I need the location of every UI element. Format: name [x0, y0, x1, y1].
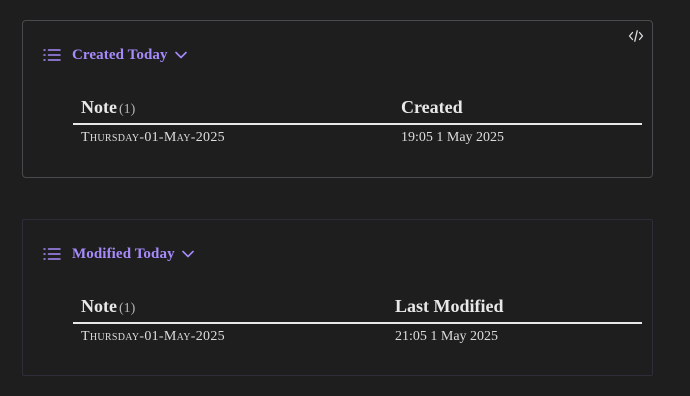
code-icon[interactable]	[628, 29, 644, 43]
created-today-title[interactable]: Created Today	[72, 47, 168, 64]
table-row: Thursday-01-May-2025 21:05 1 May 2025	[73, 324, 642, 350]
column-header-last-modified[interactable]: Last Modified	[395, 296, 504, 317]
modified-today-block: Modified Today Note (1) Last Modified Thu…	[22, 219, 653, 376]
modified-value: 21:05 1 May 2025	[395, 329, 499, 344]
note-count: (1)	[118, 102, 136, 117]
column-header-note[interactable]: Note (1)	[81, 296, 135, 317]
created-today-table: Note (1) Created Thursday-01-May-2025 19:…	[73, 95, 642, 151]
chevron-down-icon[interactable]	[181, 249, 195, 259]
table-header-row: Note (1) Created	[73, 95, 642, 125]
created-value: 19:05 1 May 2025	[401, 130, 505, 145]
list-icon	[42, 246, 62, 262]
column-header-note[interactable]: Note (1)	[81, 97, 135, 118]
chevron-down-icon[interactable]	[174, 50, 188, 60]
list-icon	[42, 47, 62, 63]
modified-today-title[interactable]: Modified Today	[72, 246, 175, 263]
table-row: Thursday-01-May-2025 19:05 1 May 2025	[73, 125, 642, 151]
modified-today-table: Note (1) Last Modified Thursday-01-May-20…	[73, 294, 642, 350]
table-header-row: Note (1) Last Modified	[73, 294, 642, 324]
note-count: (1)	[118, 301, 136, 316]
created-today-header[interactable]: Created Today	[42, 45, 188, 65]
modified-today-header[interactable]: Modified Today	[42, 244, 195, 264]
column-header-created[interactable]: Created	[401, 97, 463, 118]
note-link[interactable]: Thursday-01-May-2025	[81, 130, 225, 146]
note-link[interactable]: Thursday-01-May-2025	[81, 329, 225, 345]
created-today-block: Created Today Note (1) Created Thursday-0…	[22, 20, 653, 178]
